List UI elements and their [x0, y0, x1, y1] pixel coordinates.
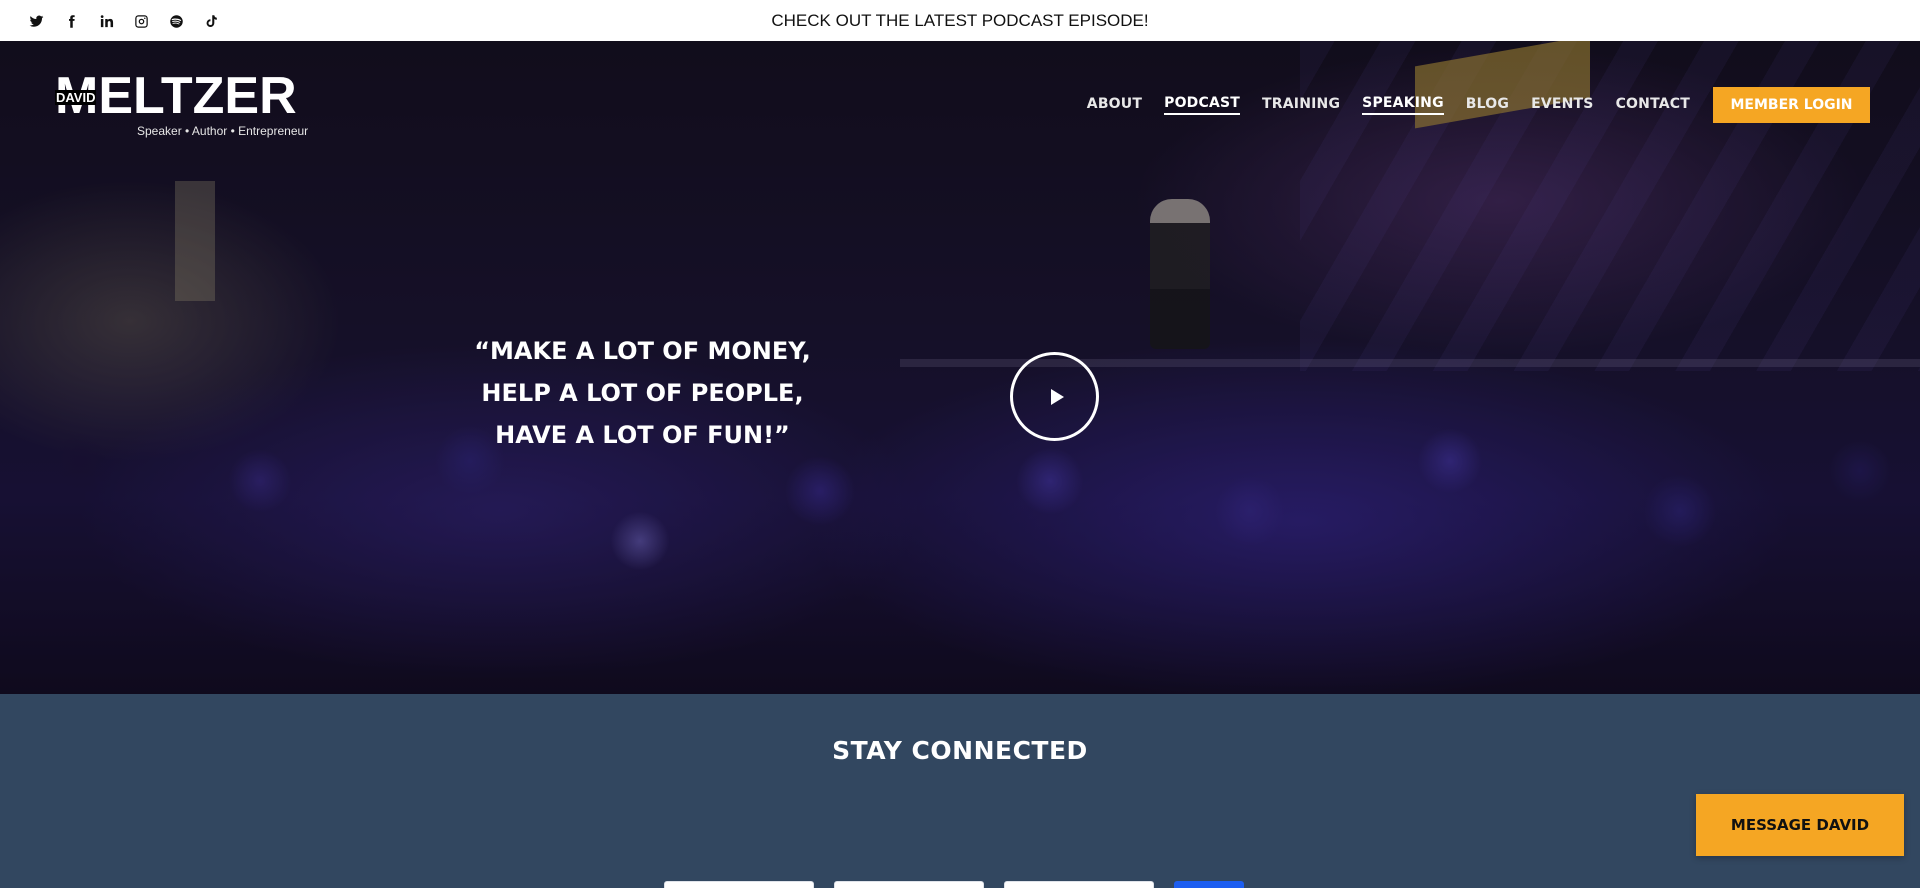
facebook-icon[interactable]	[61, 11, 81, 31]
logo-first-name: DAVID	[55, 90, 97, 105]
hero-quote: “MAKE A LOT OF MONEY, HELP A LOT OF PEOP…	[440, 330, 845, 456]
top-bar: CHECK OUT THE LATEST PODCAST EPISODE!	[0, 0, 1920, 41]
site-logo[interactable]: MELTZER DAVID Speaker • Author • Entrepr…	[55, 67, 308, 142]
stay-connected-section: STAY CONNECTED	[0, 694, 1920, 888]
announcement-link[interactable]: CHECK OUT THE LATEST PODCAST EPISODE!	[771, 11, 1148, 30]
nav-item-contact[interactable]: CONTACT	[1616, 96, 1690, 114]
social-links	[26, 10, 236, 32]
member-login-button[interactable]: MEMBER LOGIN	[1713, 87, 1870, 123]
announcement-bar: CHECK OUT THE LATEST PODCAST EPISODE!	[0, 0, 1920, 41]
nav-item-events[interactable]: EVENTS	[1531, 96, 1594, 114]
hero-quote-line: “MAKE A LOT OF MONEY,	[474, 337, 811, 365]
main-nav: ABOUT PODCAST TRAINING SPEAKING BLOG EVE…	[1065, 90, 1690, 120]
logo-tagline: Speaker • Author • Entrepreneur	[137, 124, 309, 138]
nav-item-speaking[interactable]: SPEAKING	[1362, 95, 1444, 115]
instagram-icon[interactable]	[131, 11, 151, 31]
email-field[interactable]	[1004, 881, 1154, 888]
stay-connected-title: STAY CONNECTED	[832, 736, 1088, 765]
nav-item-training[interactable]: TRAINING	[1262, 96, 1340, 114]
hero-quote-line: HELP A LOT OF PEOPLE,	[481, 379, 804, 407]
last-name-field[interactable]	[834, 881, 984, 888]
tiktok-icon[interactable]	[201, 11, 221, 31]
message-david-button[interactable]: MESSAGE DAVID	[1696, 794, 1904, 856]
linkedin-icon[interactable]	[96, 11, 116, 31]
subscribe-button[interactable]	[1174, 881, 1244, 888]
nav-item-blog[interactable]: BLOG	[1466, 96, 1509, 114]
video-play-button[interactable]	[1010, 352, 1099, 441]
first-name-field[interactable]	[664, 881, 814, 888]
twitter-icon[interactable]	[26, 11, 46, 31]
nav-item-podcast[interactable]: PODCAST	[1164, 95, 1241, 115]
nav-item-about[interactable]: ABOUT	[1087, 96, 1142, 114]
hero-quote-line: HAVE A LOT OF FUN!”	[495, 421, 790, 449]
spotify-icon[interactable]	[166, 11, 186, 31]
play-icon	[1050, 388, 1064, 405]
